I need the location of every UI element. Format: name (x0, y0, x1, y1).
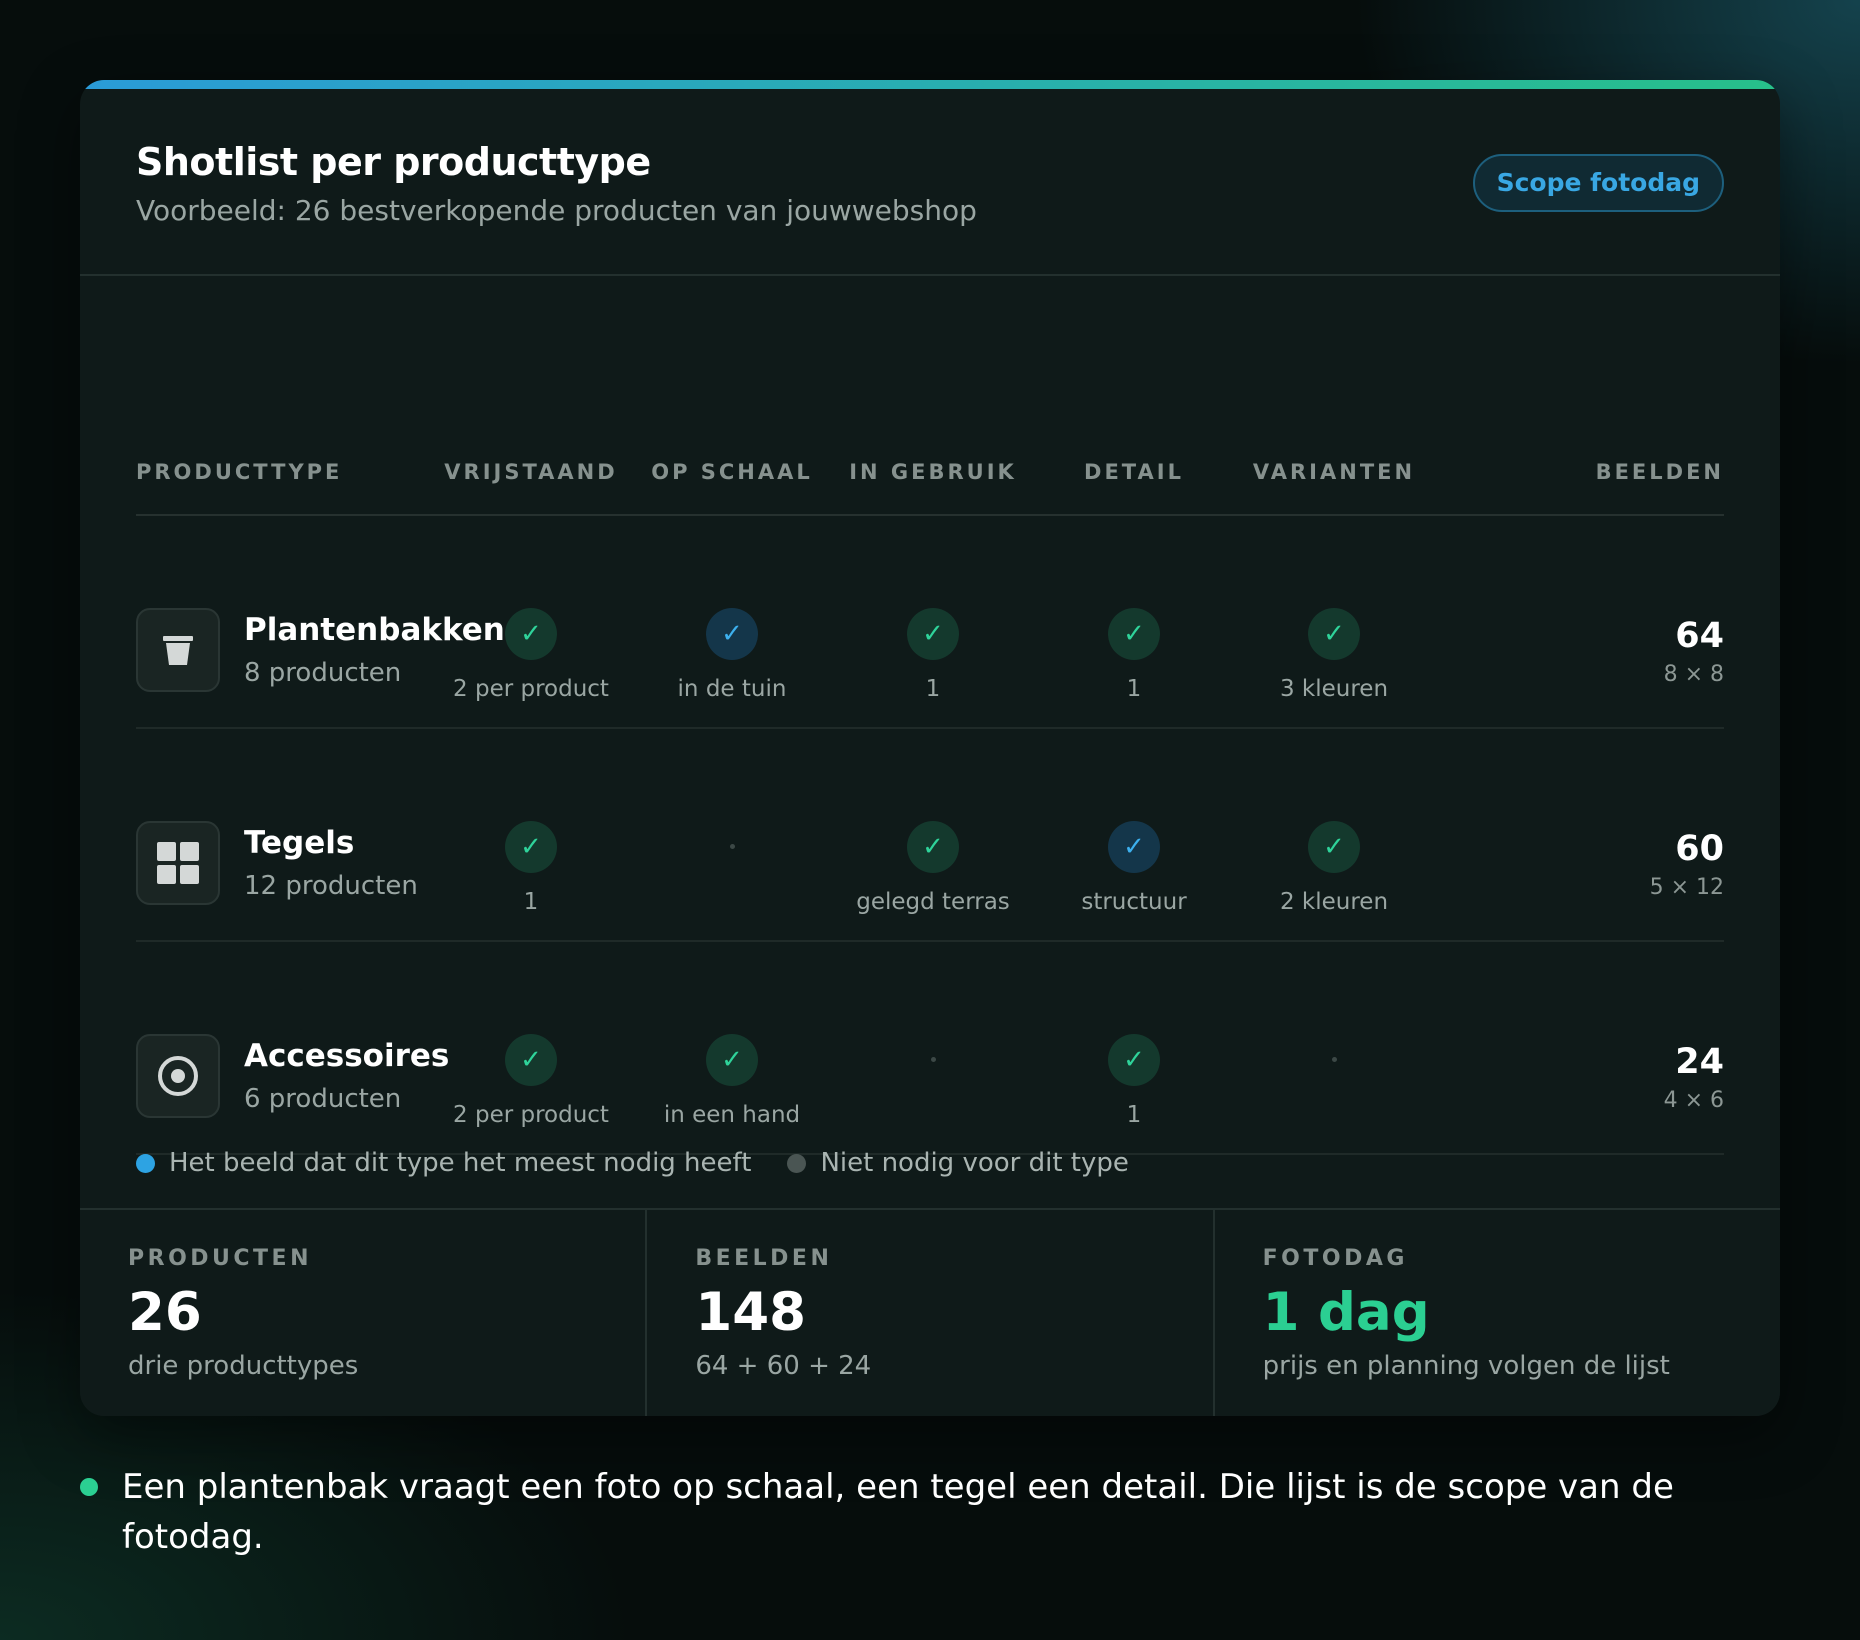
beelden-formula: 8 × 8 (1663, 662, 1724, 687)
beelden-total: 64 (1675, 616, 1724, 656)
table-row: Plantenbakken 8 producten ✓ 2 per produc… (136, 516, 1724, 729)
shotlist-table: PRODUCTTYPE VRIJSTAAND OP SCHAAL IN GEBR… (136, 276, 1724, 1155)
beelden-total: 60 (1675, 829, 1724, 869)
card-header: Shotlist per producttype Voorbeeld: 26 b… (80, 80, 1780, 276)
row-count: 6 producten (244, 1084, 402, 1114)
legend-label: Het beeld dat dit type het meest nodig h… (169, 1148, 752, 1178)
table-header: PRODUCTTYPE VRIJSTAAND OP SCHAAL IN GEBR… (136, 276, 1724, 516)
header-detail: DETAIL (1084, 460, 1184, 484)
header-in-gebruik: IN GEBRUIK (849, 460, 1017, 484)
cell-vrijstaand: ✓ 1 (431, 821, 631, 915)
not-needed-dot (930, 1057, 936, 1062)
cell-op-schaal: ✓ in de tuin (632, 608, 832, 702)
cell-label: in een hand (663, 1102, 801, 1128)
beelden-formula: 5 × 12 (1649, 875, 1724, 900)
check-icon: ✓ (1108, 1034, 1160, 1086)
check-icon: ✓ (1108, 821, 1160, 873)
cell-label: structuur (1081, 889, 1187, 915)
cell-beelden: 24 4 × 6 (1664, 1042, 1724, 1113)
stat-beelden: BEELDEN 148 64 + 60 + 24 (645, 1210, 1212, 1416)
planter-pot-icon (136, 608, 220, 692)
check-icon: ✓ (505, 1034, 557, 1086)
cell-in-gebruik: ✓ gelegd terras (833, 821, 1033, 915)
stat-sub: prijs en planning volgen de lijst (1262, 1351, 1670, 1381)
table-row: Tegels 12 producten ✓ 1 ✓ gelegd terras … (136, 729, 1724, 942)
row-count: 12 producten (244, 871, 418, 901)
cell-detail: ✓ 1 (1034, 1034, 1234, 1128)
cell-in-gebruik (833, 1034, 1033, 1062)
stat-value: 1 dag (1262, 1282, 1430, 1343)
green-bullet-icon (80, 1478, 98, 1496)
cell-detail: ✓ structuur (1034, 821, 1234, 915)
cell-beelden: 60 5 × 12 (1650, 829, 1724, 900)
stat-sub: drie producttypes (128, 1351, 359, 1381)
not-needed-dot (1331, 1057, 1337, 1062)
cell-varianten: ✓ 3 kleuren (1234, 608, 1434, 702)
row-name: Accessoires (244, 1038, 450, 1074)
cell-label: 1 (925, 676, 941, 702)
note-text: Een plantenbak vraagt een foto op schaal… (122, 1467, 1674, 1557)
stats-bar: PRODUCTEN 26 drie producttypes BEELDEN 1… (80, 1208, 1780, 1416)
beelden-formula: 4 × 6 (1663, 1088, 1724, 1113)
stat-sub: 64 + 60 + 24 (695, 1351, 872, 1381)
check-icon: ✓ (1308, 821, 1360, 873)
stat-fotodag: FOTODAG 1 dag prijs en planning volgen d… (1212, 1210, 1780, 1416)
check-icon: ✓ (505, 821, 557, 873)
header-beelden: BEELDEN (1595, 460, 1724, 484)
header-varianten: VARIANTEN (1252, 460, 1416, 484)
stat-value: 148 (695, 1282, 806, 1343)
stat-producten: PRODUCTEN 26 drie producttypes (80, 1210, 645, 1416)
cell-op-schaal: ✓ in een hand (632, 1034, 832, 1128)
card-subtitle: Voorbeeld: 26 bestverkopende producten v… (136, 194, 977, 227)
cell-label: 1 (1126, 1102, 1142, 1128)
tiles-grid-icon (136, 821, 220, 905)
stat-label: FOTODAG (1262, 1246, 1408, 1271)
check-icon: ✓ (907, 821, 959, 873)
cell-varianten (1234, 1034, 1434, 1062)
cell-label: 2 kleuren (1279, 889, 1389, 915)
stat-value: 26 (128, 1282, 202, 1343)
stat-label: BEELDEN (695, 1246, 833, 1271)
not-needed-dot (729, 844, 735, 849)
stat-label: PRODUCTEN (128, 1246, 312, 1271)
cell-label: 1 (1126, 676, 1142, 702)
legend-item-primary: Het beeld dat dit type het meest nodig h… (136, 1148, 751, 1178)
table-row: Accessoires 6 producten ✓ 2 per product … (136, 942, 1724, 1155)
cell-op-schaal (632, 821, 832, 849)
cell-label: 1 (523, 889, 539, 915)
cell-vrijstaand: ✓ 2 per product (431, 608, 631, 702)
legend-item-not-needed: Niet nodig voor dit type (787, 1148, 1129, 1178)
cell-label: 2 per product (453, 676, 609, 702)
row-count: 8 producten (244, 658, 402, 688)
header-vrijstaand: VRIJSTAAND (444, 460, 618, 484)
row-name: Tegels (244, 825, 355, 861)
cell-label: in de tuin (677, 676, 787, 702)
header-producttype: PRODUCTTYPE (136, 460, 343, 484)
shotlist-card: Shotlist per producttype Voorbeeld: 26 b… (80, 80, 1780, 1416)
cell-detail: ✓ 1 (1034, 608, 1234, 702)
cell-in-gebruik: ✓ 1 (833, 608, 1033, 702)
check-icon: ✓ (1308, 608, 1360, 660)
scope-fotodag-button[interactable]: Scope fotodag (1472, 154, 1724, 212)
gray-dot-icon (787, 1153, 807, 1173)
header-op-schaal: OP SCHAAL (651, 460, 813, 484)
legend: Het beeld dat dit type het meest nodig h… (136, 1148, 1165, 1178)
cell-label: gelegd terras (856, 889, 1010, 915)
check-icon: ✓ (907, 608, 959, 660)
cell-vrijstaand: ✓ 2 per product (431, 1034, 631, 1128)
cell-label: 2 per product (453, 1102, 609, 1128)
cell-beelden: 64 8 × 8 (1664, 616, 1724, 687)
check-icon: ✓ (706, 608, 758, 660)
target-icon (136, 1034, 220, 1118)
summary-note: Een plantenbak vraagt een foto op schaal… (80, 1462, 1740, 1562)
check-icon: ✓ (1108, 608, 1160, 660)
legend-label: Niet nodig voor dit type (820, 1148, 1129, 1178)
cell-label: 3 kleuren (1279, 676, 1389, 702)
check-icon: ✓ (505, 608, 557, 660)
check-icon: ✓ (706, 1034, 758, 1086)
cell-varianten: ✓ 2 kleuren (1234, 821, 1434, 915)
beelden-total: 24 (1675, 1042, 1724, 1082)
card-title: Shotlist per producttype (136, 140, 651, 184)
blue-dot-icon (136, 1153, 155, 1173)
